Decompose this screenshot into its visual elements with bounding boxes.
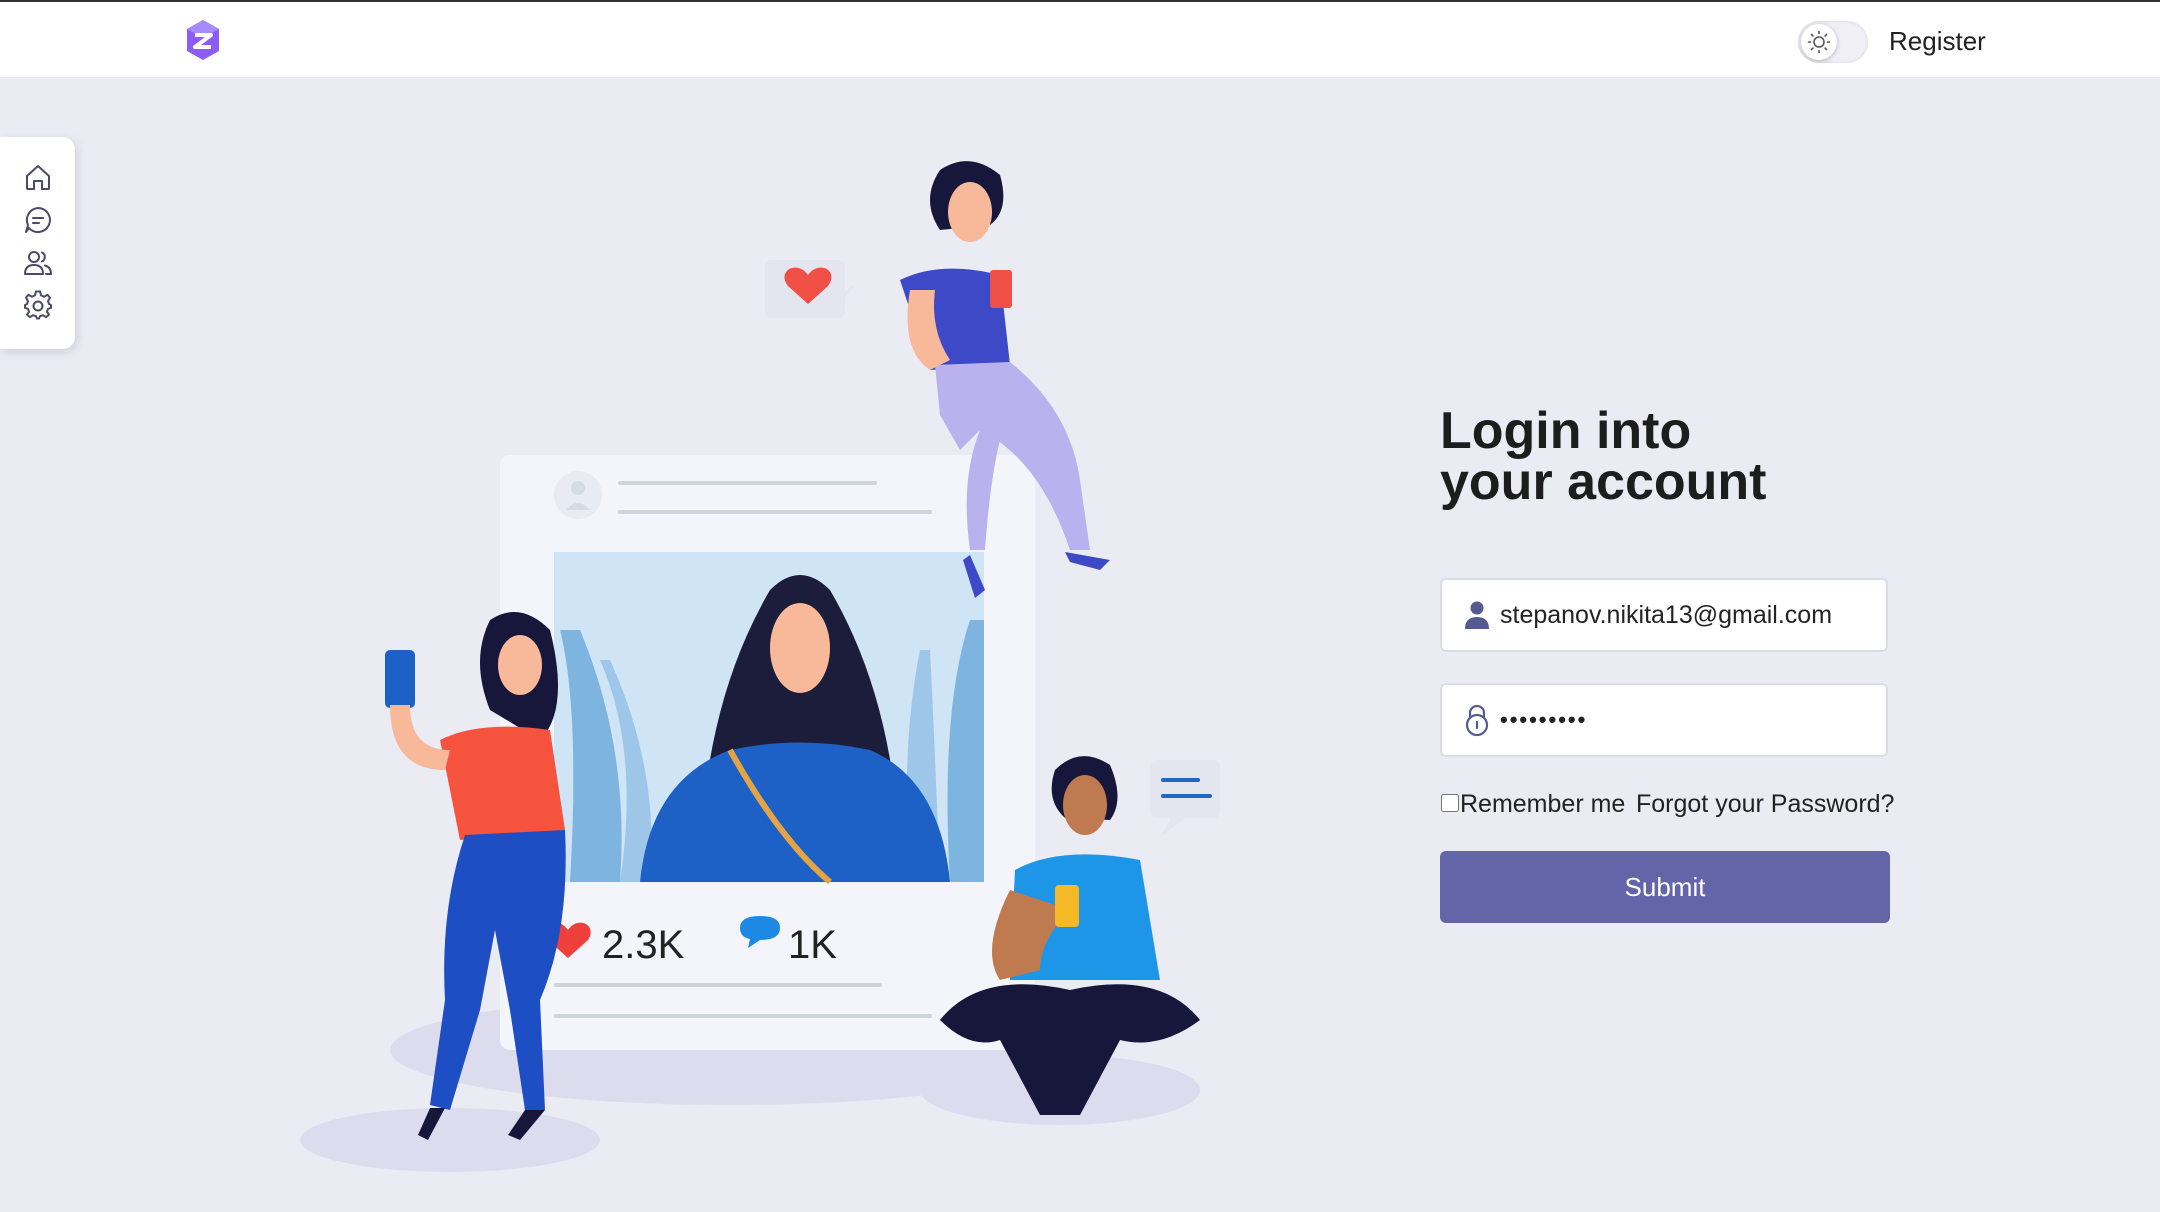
theme-toggle[interactable] <box>1798 21 1868 63</box>
gear-icon <box>24 290 52 320</box>
login-options: Remember me Forgot your Password? <box>1440 788 1910 822</box>
top-header: Register <box>0 0 2160 77</box>
sidebar-item-messages[interactable] <box>20 202 56 238</box>
comments-count: 1K <box>788 923 837 967</box>
lock-icon <box>1465 704 1489 737</box>
remember-me-label[interactable]: Remember me <box>1460 790 1625 819</box>
remember-me-checkbox[interactable] <box>1441 794 1459 812</box>
register-link[interactable]: Register <box>1889 26 1986 57</box>
toggle-knob <box>1801 24 1837 60</box>
sidebar-item-home[interactable] <box>20 159 56 195</box>
side-nav <box>0 137 75 349</box>
sun-icon <box>1807 30 1831 54</box>
login-title-line2: your account <box>1440 453 1767 511</box>
email-input[interactable] <box>1500 580 1880 650</box>
user-icon <box>1465 601 1489 629</box>
login-title: Login into your account <box>1440 402 1960 511</box>
password-field[interactable] <box>1440 683 1888 757</box>
chat-icon <box>25 207 51 233</box>
submit-button[interactable]: Submit <box>1440 851 1890 923</box>
sidebar-item-friends[interactable] <box>20 245 56 281</box>
forgot-password-link[interactable]: Forgot your Password? <box>1636 790 1894 819</box>
home-icon <box>26 165 50 190</box>
logo-icon[interactable] <box>184 18 222 62</box>
social-media-illustration: 2.3K 1K <box>280 150 1260 1180</box>
users-icon <box>24 251 53 275</box>
sidebar-item-settings[interactable] <box>20 288 56 324</box>
password-input[interactable] <box>1500 685 1880 755</box>
login-title-line1: Login into <box>1440 402 1692 460</box>
likes-count: 2.3K <box>602 923 685 967</box>
email-field[interactable] <box>1440 578 1888 652</box>
